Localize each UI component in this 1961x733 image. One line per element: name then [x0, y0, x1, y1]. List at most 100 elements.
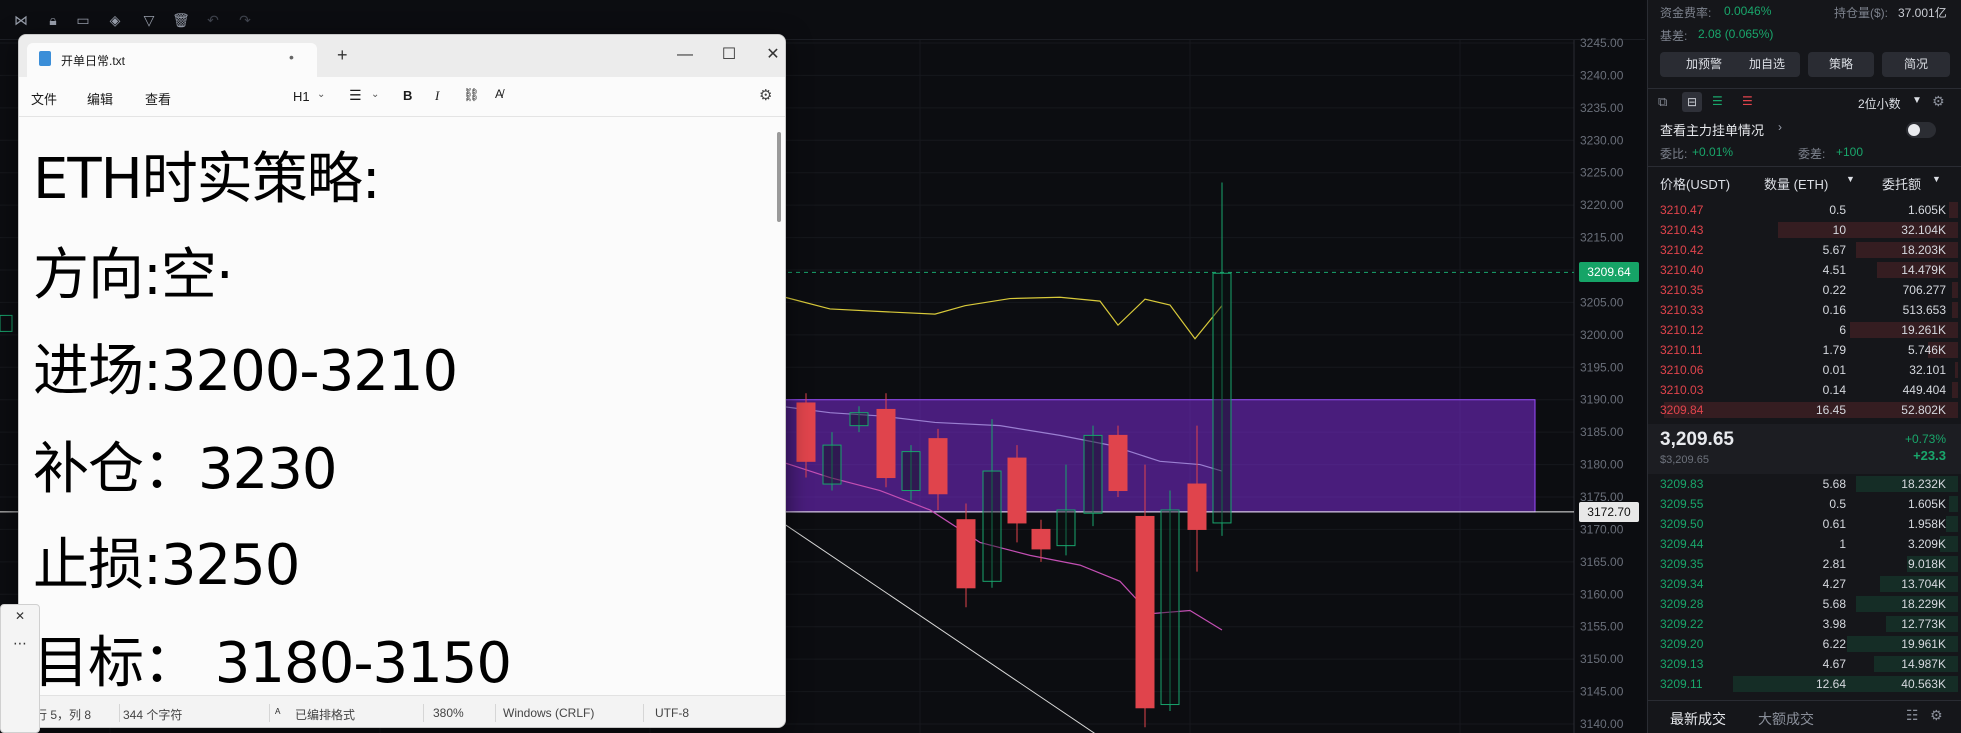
price-axis-label: 3190.00 [1580, 393, 1624, 407]
minimize-icon[interactable]: — [671, 41, 699, 69]
price-axis-label: 3215.00 [1580, 231, 1624, 245]
popup-close-icon[interactable]: ✕ [15, 609, 25, 623]
notepad-tab[interactable]: 开单日常.txt • [27, 43, 317, 77]
funding-rate-label: 资金费率: [1660, 6, 1712, 20]
ask-row[interactable]: 3210.42 5.67 18.203K [1648, 240, 1961, 260]
bold-icon[interactable]: B [403, 88, 412, 103]
view-bids-only-icon[interactable]: ☰ [1712, 94, 1723, 108]
bid-row[interactable]: 3209.44 1 3.209K [1648, 534, 1961, 554]
tab-latest-trades[interactable]: 最新成交 [1670, 709, 1726, 729]
menu-file[interactable]: 文件 [31, 89, 57, 108]
bid-row[interactable]: 3209.35 2.81 9.018K [1648, 554, 1961, 574]
view-asks-only-icon[interactable]: ☰ [1742, 94, 1753, 108]
ask-row[interactable]: 3210.43 10 32.104K [1648, 220, 1961, 240]
list-format-icon[interactable]: ☰ [349, 87, 362, 104]
ask-row[interactable]: 3210.11 1.79 5.746K [1648, 340, 1961, 360]
tab-title: 开单日常.txt [61, 54, 126, 68]
bearish-candle [796, 402, 816, 462]
trade-settings-icon[interactable]: ⚙ [1930, 707, 1943, 724]
ask-quantity: 0.16 [1822, 303, 1846, 317]
ask-depth-bar [1952, 382, 1958, 398]
notepad-window[interactable]: 开单日常.txt • + — ☐ ✕ 文件 编辑 查看 H1 ⌄ ☰ ⌄ B I… [18, 34, 786, 728]
overview-button[interactable]: 简况 [1882, 52, 1950, 77]
bid-row[interactable]: 3209.34 4.27 13.704K [1648, 574, 1961, 594]
italic-icon[interactable]: I [435, 88, 439, 104]
settings-icon[interactable]: ⚙ [1932, 93, 1945, 110]
bid-row[interactable]: 3209.11 12.64 40.563K [1648, 674, 1961, 694]
unsaved-dot-icon[interactable]: • [289, 49, 294, 65]
clear-format-icon[interactable]: A̸ [495, 87, 503, 101]
line-ending[interactable]: Windows (CRLF) [503, 706, 594, 720]
ask-quantity: 16.45 [1815, 403, 1846, 417]
price-axis-label: 3150.00 [1580, 652, 1624, 666]
ask-row[interactable]: 3210.33 0.16 513.653 [1648, 300, 1961, 320]
list-icon[interactable]: ☷ [1906, 707, 1919, 724]
main-orders-label[interactable]: 查看主力挂单情况 [1660, 120, 1764, 139]
ask-row[interactable]: 3210.35 0.22 706.277 [1648, 280, 1961, 300]
ask-total: 32.104K [1901, 223, 1946, 237]
order-book-panel: 资金费率: 0.0046% 持仓量($): 37.001亿 基差: 2.08 (… [1647, 0, 1961, 733]
ask-row[interactable]: 3210.03 0.14 449.404 [1648, 380, 1961, 400]
list-chevron-icon: ⌄ [371, 89, 380, 100]
total-column-header[interactable]: 委托额 [1882, 174, 1921, 193]
ask-price: 3210.40 [1660, 263, 1704, 277]
bid-price: 3209.35 [1660, 557, 1704, 571]
text-line-3: 进场:3200-3210 [33, 339, 458, 404]
bid-row[interactable]: 3209.50 0.61 1.958K [1648, 514, 1961, 534]
new-tab-icon[interactable]: + [337, 45, 348, 66]
heading-chevron-icon: ⌄ [317, 89, 326, 100]
ask-row[interactable]: 3210.06 0.01 32.101 [1648, 360, 1961, 380]
quantity-column-header[interactable]: 数量 (ETH) [1764, 174, 1828, 193]
menu-view[interactable]: 查看 [145, 89, 171, 108]
bid-row[interactable]: 3209.13 4.67 14.987K [1648, 654, 1961, 674]
heading-select[interactable]: H1 [293, 89, 310, 104]
format-status[interactable]: 已编排格式 [295, 706, 355, 723]
ask-depth-bar [1949, 202, 1958, 218]
ask-quantity: 6 [1839, 323, 1846, 337]
bid-price: 3209.44 [1660, 537, 1704, 551]
encoding[interactable]: UTF-8 [655, 706, 689, 720]
quantity-sort-icon: ▼ [1846, 174, 1855, 184]
zoom-level[interactable]: 380% [433, 706, 464, 720]
notepad-tab-bar: 开单日常.txt • + — ☐ ✕ [19, 35, 785, 77]
bid-price: 3209.11 [1660, 677, 1703, 691]
text-line-5: 止损:3250 [33, 533, 300, 598]
bid-row[interactable]: 3209.55 0.5 1.605K [1648, 494, 1961, 514]
menu-edit[interactable]: 编辑 [87, 89, 113, 108]
horizontal-line-price-tag: 3172.70 [1579, 502, 1639, 522]
price-axis-label: 3155.00 [1580, 620, 1624, 634]
strategy-button[interactable]: 策略 [1808, 52, 1874, 77]
notepad-status-bar: 行 5，列 8 344 个字符 ᴬ 已编排格式 380% Windows (CR… [19, 695, 785, 727]
price-column-header: 价格(USDT) [1660, 177, 1731, 192]
link-icon[interactable]: ⛓ [463, 87, 480, 103]
precision-select[interactable]: 2位小数 [1858, 95, 1901, 112]
settings-gear-icon[interactable]: ⚙ [759, 86, 772, 104]
add-watchlist-button[interactable]: 加自选 [1734, 52, 1800, 77]
price-axis-label: 3225.00 [1580, 166, 1624, 180]
notepad-editor[interactable]: ETH时实策略: 方向:空· 进场:3200-3210 补仓：3230 止损:3… [19, 118, 785, 694]
more-icon[interactable]: ⋯ [13, 635, 27, 652]
view-bids-asks-icon[interactable]: ⧉ [1658, 94, 1667, 110]
order-ratio-label: 委比: [1660, 147, 1688, 161]
bid-row[interactable]: 3209.83 5.68 18.232K [1648, 474, 1961, 494]
bid-row[interactable]: 3209.28 5.68 18.229K [1648, 594, 1961, 614]
bid-quantity: 12.64 [1815, 677, 1846, 691]
maximize-icon[interactable]: ☐ [715, 41, 743, 69]
order-diff-label: 委差: [1798, 147, 1826, 161]
main-orders-toggle[interactable] [1906, 122, 1936, 138]
ask-row[interactable]: 3210.40 4.51 14.479K [1648, 260, 1961, 280]
current-price-tag: 3209.64 [1579, 262, 1639, 282]
close-icon[interactable]: ✕ [759, 41, 785, 69]
bid-row[interactable]: 3209.20 6.22 19.961K [1648, 634, 1961, 654]
view-both-icon[interactable]: ⊟ [1682, 92, 1702, 112]
format-icon: ᴬ [275, 706, 281, 720]
ask-row[interactable]: 3210.12 6 19.261K [1648, 320, 1961, 340]
scrollbar-thumb[interactable] [777, 132, 781, 222]
price-axis-label: 3185.00 [1580, 425, 1624, 439]
ask-row[interactable]: 3209.84 16.45 52.802K [1648, 400, 1961, 420]
ask-row[interactable]: 3210.47 0.5 1.605K [1648, 200, 1961, 220]
bid-quantity: 5.68 [1822, 597, 1846, 611]
tab-large-trades[interactable]: 大额成交 [1758, 709, 1814, 729]
bid-row[interactable]: 3209.22 3.98 12.773K [1648, 614, 1961, 634]
bid-quantity: 1 [1839, 537, 1846, 551]
